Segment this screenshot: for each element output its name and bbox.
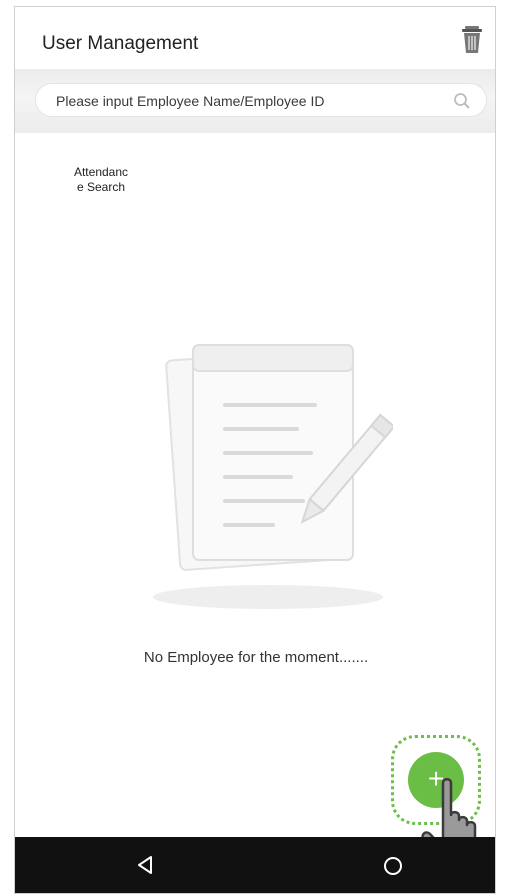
- search-input[interactable]: Please input Employee Name/Employee ID: [35, 83, 487, 117]
- attendance-search-link[interactable]: Attendanc e Search: [65, 165, 137, 195]
- empty-state-illustration: [133, 325, 396, 615]
- empty-state-message: No Employee for the moment.......: [143, 649, 369, 666]
- search-icon[interactable]: [452, 91, 472, 111]
- app-frame: User Management Please input Employee Na…: [14, 6, 496, 894]
- home-circle-icon[interactable]: [381, 854, 405, 878]
- search-bar: Please input Employee Name/Employee ID: [15, 69, 495, 133]
- back-triangle-icon[interactable]: [133, 853, 157, 877]
- delete-button[interactable]: [458, 23, 486, 57]
- android-nav-bar: [15, 837, 495, 893]
- app-header: User Management: [15, 21, 495, 71]
- document-pencil-icon: [153, 344, 396, 609]
- status-bar: [33, 8, 273, 18]
- attendance-search-label: Attendanc e Search: [73, 165, 129, 194]
- page-title: User Management: [42, 33, 199, 54]
- search-placeholder: Please input Employee Name/Employee ID: [56, 93, 325, 109]
- trash-icon: [462, 26, 482, 53]
